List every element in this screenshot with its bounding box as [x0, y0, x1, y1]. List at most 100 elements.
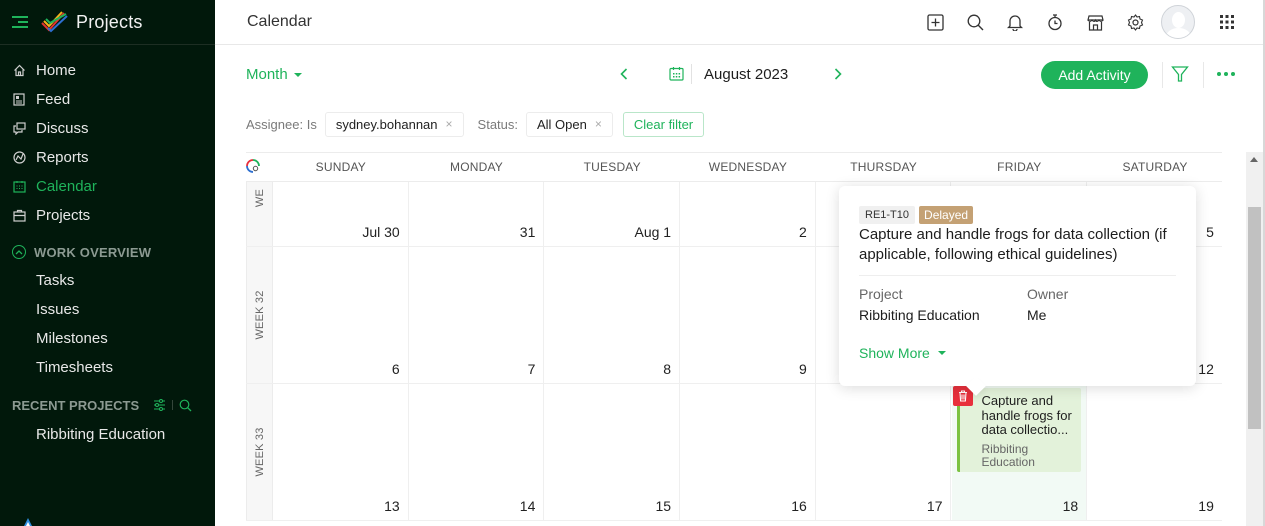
- calendar-settings-icon[interactable]: [246, 159, 260, 173]
- add-activity-button[interactable]: Add Activity: [1041, 61, 1148, 89]
- sidebar-item-issues[interactable]: Issues: [0, 295, 215, 324]
- task-title[interactable]: Capture and handle frogs for data collec…: [859, 225, 1179, 265]
- page-title: Calendar: [247, 13, 312, 30]
- day-cell[interactable]: Jul 30: [273, 182, 409, 246]
- week-label: WE: [246, 182, 273, 246]
- divider: [859, 275, 1176, 276]
- sidebar-item-milestones[interactable]: Milestones: [0, 324, 215, 353]
- work-overview-toggle[interactable]: WORK OVERVIEW: [0, 238, 215, 266]
- day-cell[interactable]: 14: [409, 384, 545, 520]
- day-cell[interactable]: 15: [544, 384, 681, 520]
- sidebar-item-label: Home: [36, 62, 77, 79]
- sidebar-item-feed[interactable]: Feed: [0, 85, 215, 114]
- date-picker-icon[interactable]: [669, 66, 684, 81]
- timer-button[interactable]: [1035, 5, 1075, 39]
- collapse-icon: [12, 245, 26, 259]
- view-dropdown-label: Month: [246, 66, 288, 83]
- sidebar: Projects Home Feed Discuss Reports Calen…: [0, 0, 215, 526]
- settings-button[interactable]: [1115, 5, 1155, 39]
- day-cell[interactable]: 17: [816, 384, 952, 520]
- day-header-monday: MONDAY: [450, 160, 504, 174]
- sidebar-item-tasks[interactable]: Tasks: [0, 266, 215, 295]
- avatar[interactable]: [1161, 5, 1195, 39]
- filter-icon[interactable]: [1171, 65, 1189, 83]
- day-cell[interactable]: 31: [409, 182, 545, 246]
- day-cell[interactable]: 7: [409, 247, 545, 383]
- next-month-button[interactable]: [828, 64, 848, 84]
- day-cell[interactable]: 2: [680, 182, 816, 246]
- search-icon[interactable]: [179, 399, 192, 412]
- filter-bar: Assignee: Is sydney.bohannan × Status: A…: [246, 111, 705, 137]
- week-row: WEEK 33 13 14 15 16 17 Capture and handl…: [246, 384, 1222, 521]
- event-project: Ribbiting Education: [981, 442, 1035, 469]
- clear-filter-button[interactable]: Clear filter: [622, 111, 705, 137]
- day-number: 18: [1062, 498, 1079, 514]
- field-value[interactable]: Ribbiting Education: [859, 307, 980, 323]
- day-cell[interactable]: Aug 1: [544, 182, 681, 246]
- close-icon[interactable]: ×: [595, 117, 602, 131]
- scroll-up-arrow-icon[interactable]: [1250, 157, 1258, 162]
- work-overview-title: WORK OVERVIEW: [34, 244, 152, 260]
- day-cell[interactable]: 8: [544, 247, 681, 383]
- top-bar: Calendar: [215, 0, 1265, 45]
- recent-project-item[interactable]: Ribbiting Education: [0, 420, 215, 449]
- day-number: 14: [519, 498, 536, 514]
- app-grid-button[interactable]: [1207, 5, 1247, 39]
- sidebar-item-home[interactable]: Home: [0, 56, 215, 85]
- status-filter-chip[interactable]: All Open ×: [526, 111, 613, 137]
- reports-icon: [12, 151, 26, 165]
- day-number: 16: [791, 498, 807, 514]
- marketplace-button[interactable]: [1075, 5, 1115, 39]
- day-cell[interactable]: 19: [1087, 384, 1222, 520]
- marketplace-icon: [1086, 14, 1104, 31]
- sidebar-item-label: Projects: [36, 207, 91, 224]
- app-logo-icon: [41, 11, 68, 33]
- sidebar-item-label: Feed: [36, 91, 71, 108]
- day-cell[interactable]: 9: [680, 247, 816, 383]
- task-id-badge[interactable]: RE1-T10: [859, 206, 916, 224]
- day-cell[interactable]: 6: [273, 247, 409, 383]
- sidebar-item-reports[interactable]: Reports: [0, 143, 215, 172]
- current-period-label: August 2023: [704, 66, 789, 83]
- day-number: 13: [384, 498, 400, 514]
- day-cell-today[interactable]: Capture and handle frogs for data collec…: [951, 384, 1088, 520]
- sidebar-item-projects[interactable]: Projects: [0, 201, 215, 230]
- notifications-button[interactable]: [995, 5, 1035, 39]
- home-icon: [12, 64, 26, 78]
- quick-add-button[interactable]: [915, 5, 955, 39]
- day-number: 17: [926, 498, 943, 514]
- more-options-button[interactable]: [1216, 66, 1236, 82]
- add-icon: [926, 13, 944, 31]
- chevron-right-icon: [834, 68, 842, 80]
- rocket-icon[interactable]: [22, 518, 34, 526]
- sidebar-item-calendar[interactable]: Calendar: [0, 172, 215, 201]
- gear-icon: [1127, 13, 1143, 31]
- show-more-button[interactable]: Show More: [859, 345, 946, 361]
- filter-settings-icon[interactable]: [153, 399, 166, 411]
- previous-month-button[interactable]: [614, 64, 634, 84]
- assignee-filter-chip[interactable]: sydney.bohannan ×: [324, 111, 464, 137]
- hamburger-icon[interactable]: [12, 16, 28, 28]
- day-number: 9: [798, 361, 807, 377]
- recent-projects-title: RECENT PROJECTS: [12, 397, 140, 413]
- day-cell[interactable]: 13: [273, 384, 409, 520]
- sidebar-item-timesheets[interactable]: Timesheets: [0, 353, 215, 382]
- search-button[interactable]: [955, 5, 995, 39]
- close-icon[interactable]: ×: [446, 117, 453, 131]
- day-cell[interactable]: 16: [680, 384, 816, 520]
- day-number: 31: [519, 224, 536, 240]
- vertical-scrollbar[interactable]: [1246, 152, 1263, 526]
- chevron-down-icon: [937, 351, 946, 355]
- divider: [691, 64, 692, 84]
- day-header-saturday: SATURDAY: [1122, 160, 1188, 174]
- status-filter-label: Status:: [477, 116, 518, 132]
- view-dropdown[interactable]: Month: [246, 66, 302, 83]
- scrollbar-thumb[interactable]: [1248, 207, 1261, 429]
- calendar-event[interactable]: Capture and handle frogs for data collec…: [952, 386, 1081, 472]
- sidebar-item-label: Calendar: [36, 178, 97, 195]
- day-number: 2: [798, 224, 807, 240]
- sidebar-item-label: Discuss: [36, 120, 89, 137]
- briefcase-icon: [12, 209, 26, 223]
- day-headers: SUNDAY MONDAY TUESDAY WEDNESDAY THURSDAY…: [246, 152, 1222, 182]
- sidebar-item-discuss[interactable]: Discuss: [0, 114, 215, 143]
